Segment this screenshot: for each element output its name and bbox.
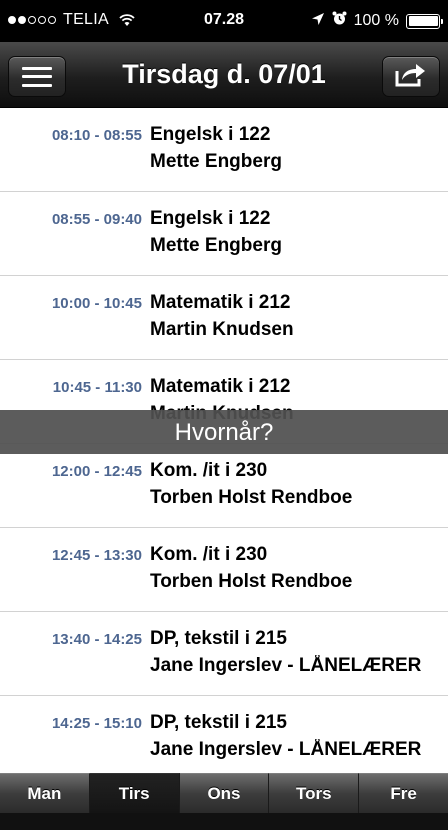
lesson-subject: Kom. /it i 230 [150,460,268,481]
lesson-row[interactable]: 12:00 - 12:45 Kom. /it i 230 Torben Holst … [0,444,448,528]
lesson-time: 14:25 - 15:10 [51,715,142,732]
lesson-teacher: Martin Knudsen [150,319,294,340]
lesson-teacher: Jane Ingerslev - LÅNELÆRER [150,655,422,676]
lesson-time: 10:45 - 11:30 [52,379,142,396]
battery-level [408,16,438,26]
share-icon [395,61,427,92]
tab-tirs[interactable]: Tirs [89,773,180,813]
tab-man[interactable]: Man [0,773,90,813]
location-arrow-icon [311,12,325,31]
tab-tors[interactable]: Tors [269,773,360,813]
battery-percent: 100 % [353,12,399,29]
lesson-subject: DP, tekstil i 215 [150,628,287,649]
menu-button[interactable] [8,56,66,97]
toast-message: Hvornår? [0,410,448,454]
lesson-teacher: Jane Ingerslev - LÅNELÆRER [150,739,422,760]
navigation-bar: Tirsdag d. 07/01 [0,42,448,108]
lesson-time: 13:40 - 14:25 [51,631,142,648]
lesson-row[interactable]: 13:40 - 14:25 DP, tekstil i 215 Jane Inger… [0,612,448,696]
alarm-clock-icon [332,11,347,31]
lesson-row[interactable]: 10:00 - 10:45 Matematik i 212 Martin Knuds… [0,276,448,360]
lesson-teacher: Mette Engberg [150,235,282,256]
status-bar: TELIA 07.28 100 % [0,0,448,42]
lesson-teacher: Torben Holst Rendboe [150,487,353,508]
battery-icon [406,13,443,29]
lesson-row[interactable]: 12:45 - 13:30 Kom. /it i 230 Torben Holst … [0,528,448,612]
lesson-subject: Matematik i 212 [150,376,291,397]
lesson-subject: Matematik i 212 [150,292,291,313]
status-right: 100 % [311,11,443,31]
lesson-row[interactable]: 08:55 - 09:40 Engelsk i 122 Mette Engberg [0,192,448,276]
lesson-subject: Kom. /it i 230 [150,544,268,565]
lesson-time: 12:45 - 13:30 [51,547,142,564]
lesson-row[interactable]: 14:25 - 15:10 DP, tekstil i 215 Jane Inger… [0,696,448,773]
lesson-time: 08:55 - 09:40 [51,211,142,228]
share-button[interactable] [382,56,440,97]
lesson-row[interactable]: 08:10 - 08:55 Engelsk i 122 Mette Engberg [0,108,448,192]
lesson-teacher: Torben Holst Rendboe [150,571,353,592]
lesson-teacher: Mette Engberg [150,151,282,172]
lesson-time: 12:00 - 12:45 [51,463,142,480]
tab-fre[interactable]: Fre [359,773,448,813]
tab-ons[interactable]: Ons [179,773,270,813]
lesson-subject: DP, tekstil i 215 [150,712,287,733]
day-tab-bar: Man Tirs Ons Tors Fre [0,773,448,830]
lesson-time: 10:00 - 10:45 [51,295,142,312]
lesson-time: 08:10 - 08:55 [51,127,142,144]
page-title: Tirsdag d. 07/01 [122,59,326,89]
lesson-subject: Engelsk i 122 [150,124,271,145]
lesson-subject: Engelsk i 122 [150,208,271,229]
menu-icon [22,66,52,87]
